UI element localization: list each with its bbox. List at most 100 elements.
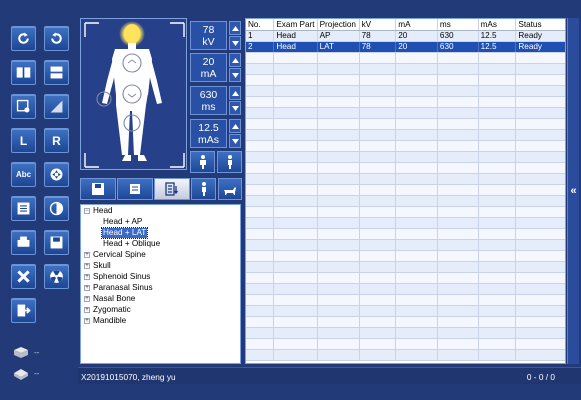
cell-ma: 20	[395, 41, 438, 53]
list-button[interactable]	[11, 196, 36, 221]
mas-increase-button[interactable]	[229, 119, 241, 133]
tree-item-head-ap[interactable]: Head + AP	[103, 217, 142, 227]
empty-cell	[395, 140, 438, 152]
empty-cell	[273, 74, 318, 86]
rotate-right-button[interactable]	[11, 26, 36, 51]
empty-cell	[317, 206, 360, 218]
flip-horizontal-button[interactable]	[11, 60, 36, 85]
tree-item-head-oblique[interactable]: Head + Oblique	[103, 239, 160, 249]
exam-list-table[interactable]: No. Exam Part Projection kV mA ms mAs St…	[245, 18, 566, 364]
empty-row	[246, 261, 565, 273]
delete-button[interactable]	[11, 264, 36, 289]
expand-toggle[interactable]: +	[84, 252, 90, 258]
empty-cell	[246, 272, 275, 284]
empty-cell	[317, 305, 360, 317]
empty-row	[246, 118, 565, 130]
rotate-left-button[interactable]	[44, 26, 69, 51]
tree-item-head-lat[interactable]: Head + LAT	[100, 227, 149, 239]
ma-decrease-button[interactable]	[229, 68, 241, 82]
cell-status: Ready	[515, 41, 565, 53]
expand-toggle[interactable]: +	[84, 263, 90, 269]
body-region-selector[interactable]	[80, 18, 187, 170]
tree-item-head[interactable]: Head	[93, 206, 113, 216]
empty-cell	[437, 327, 479, 339]
invert-button[interactable]	[44, 196, 69, 221]
pan-button[interactable]	[44, 162, 69, 187]
tree-item-nasal-bone[interactable]: Nasal Bone	[93, 294, 135, 304]
expand-toggle[interactable]: +	[84, 296, 90, 302]
save-protocol-button[interactable]	[80, 178, 116, 200]
collapse-toggle[interactable]: −	[84, 208, 90, 214]
print-button[interactable]	[11, 230, 36, 255]
animal-patient-button[interactable]	[218, 178, 242, 200]
printer-icon	[17, 236, 30, 247]
empty-cell	[273, 239, 318, 251]
ms-decrease-button[interactable]	[229, 101, 241, 115]
empty-cell	[395, 338, 438, 350]
column-header-mas[interactable]: mAs	[478, 19, 517, 31]
expand-toggle[interactable]: +	[84, 318, 90, 324]
empty-cell	[478, 173, 517, 185]
tree-item-cervical-spine[interactable]: Cervical Spine	[93, 250, 146, 260]
edit-protocol-button[interactable]	[117, 178, 153, 200]
empty-cell	[437, 85, 479, 97]
table-row[interactable]: 1 Head AP 78 20 630 12.5 Ready	[246, 30, 565, 42]
flip-vertical-button[interactable]	[44, 60, 69, 85]
column-header-no[interactable]: No.	[246, 19, 275, 31]
expand-toggle[interactable]: +	[84, 307, 90, 313]
film-status-icon	[14, 369, 28, 380]
protocol-tree[interactable]: − Head Head + AP Head + LAT Head + Obliq…	[80, 204, 241, 364]
ms-increase-button[interactable]	[229, 86, 241, 100]
empty-row	[246, 228, 565, 240]
expand-toggle[interactable]: +	[84, 274, 90, 280]
tree-item-paranasal-sinus[interactable]: Paranasal Sinus	[93, 283, 153, 293]
column-header-ms[interactable]: ms	[437, 19, 479, 31]
column-header-status[interactable]: Status	[515, 19, 565, 31]
save-button[interactable]	[44, 230, 69, 255]
text-annotation-button[interactable]: Abc	[11, 162, 36, 187]
adult-patient-button[interactable]	[191, 178, 216, 200]
radiation-button[interactable]	[44, 264, 69, 289]
mas-decrease-button[interactable]	[229, 134, 241, 148]
empty-cell	[317, 349, 360, 361]
empty-cell	[395, 52, 438, 64]
kv-increase-button[interactable]	[229, 21, 241, 35]
empty-cell	[478, 272, 517, 284]
column-header-exam-part[interactable]: Exam Part	[273, 19, 318, 31]
tree-item-skull[interactable]: Skull	[93, 261, 111, 271]
kv-decrease-button[interactable]	[229, 36, 241, 50]
empty-row	[246, 327, 565, 339]
image-process-button[interactable]	[11, 94, 36, 119]
standing-position-button[interactable]	[190, 151, 215, 173]
right-marker-button[interactable]: R	[44, 128, 69, 153]
contrast-button[interactable]	[44, 94, 69, 119]
tree-item-mandible[interactable]: Mandible	[93, 316, 126, 326]
standing-side-button[interactable]	[217, 151, 242, 173]
collapse-panel-button[interactable]: «	[567, 18, 579, 364]
tree-item-zygomatic[interactable]: Zygomatic	[93, 305, 131, 315]
expand-toggle[interactable]: +	[84, 285, 90, 291]
empty-row	[246, 140, 565, 152]
empty-cell	[246, 85, 275, 97]
protocol-list-button[interactable]	[154, 178, 190, 200]
empty-cell	[359, 52, 397, 64]
empty-cell	[246, 250, 275, 262]
column-header-kv[interactable]: kV	[359, 19, 397, 31]
empty-cell	[246, 228, 275, 240]
column-header-projection[interactable]: Projection	[317, 19, 360, 31]
ma-increase-button[interactable]	[229, 53, 241, 67]
table-row-selected[interactable]: 2 Head LAT 78 20 630 12.5 Ready	[246, 41, 565, 53]
empty-cell	[515, 206, 565, 218]
empty-cell	[359, 305, 397, 317]
triangle-down-icon	[231, 138, 239, 144]
empty-cell	[359, 118, 397, 130]
empty-cell	[317, 338, 360, 350]
empty-cell	[437, 107, 479, 119]
left-marker-button[interactable]: L	[11, 128, 36, 153]
empty-cell	[395, 129, 438, 141]
tree-item-sphenoid-sinus[interactable]: Sphenoid Sinus	[93, 272, 150, 282]
triangle-down-icon	[231, 40, 239, 46]
column-header-ma[interactable]: mA	[395, 19, 438, 31]
exit-button[interactable]	[11, 298, 36, 323]
empty-cell	[317, 151, 360, 163]
